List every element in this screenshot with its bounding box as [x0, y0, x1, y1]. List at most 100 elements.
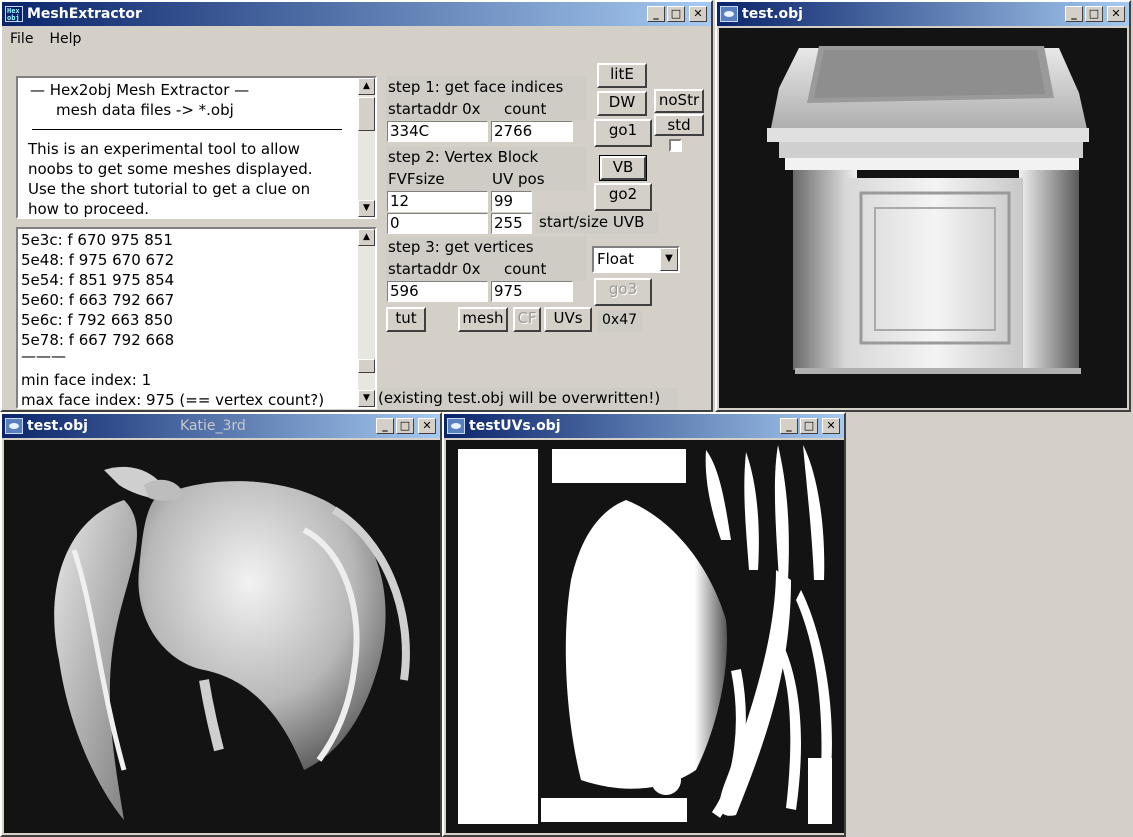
step2-col-fvf: FVFsize	[388, 170, 445, 188]
step2-title: step 2: Vertex Block	[388, 148, 539, 166]
uv-viewer-window: testUVs.obj _ □ ✕	[442, 412, 846, 837]
hair-viewer-window: test.obj Katie_3rd _ □ ✕	[0, 412, 442, 837]
viewer-titlebar[interactable]: test.obj _ □ ✕	[717, 2, 1129, 26]
step1-col-count: count	[504, 100, 547, 118]
step3-startaddr-input[interactable]: 596	[387, 281, 488, 302]
overwrite-warning: (existing test.obj will be overwritten!)	[378, 389, 661, 407]
viewer-window-box: test.obj _ □ ✕	[715, 0, 1131, 412]
viewer-title: test.obj	[742, 6, 803, 22]
info-line: Use the short tutorial to get a clue on	[28, 180, 311, 198]
info-line: This is an experimental tool to allow	[28, 140, 300, 158]
app-icon: Hex obj	[5, 6, 23, 22]
cf-button[interactable]: CF	[513, 307, 541, 332]
model-name-label: Katie_3rd	[180, 418, 246, 434]
step3-count-input[interactable]: 975	[491, 281, 573, 302]
minimize-button[interactable]: _	[780, 418, 798, 434]
uvb-start-input[interactable]: 0	[387, 213, 488, 234]
uv-viewport[interactable]	[446, 440, 844, 833]
scroll-thumb[interactable]	[358, 359, 375, 373]
scroll-up-arrow[interactable]: ▲	[358, 78, 375, 95]
lite-button[interactable]: litE	[597, 63, 647, 88]
chevron-down-icon[interactable]: ▼	[660, 248, 678, 271]
close-button[interactable]: ✕	[822, 418, 840, 434]
close-button[interactable]: ✕	[689, 6, 707, 22]
scroll-thumb[interactable]	[358, 97, 375, 131]
log-textbox[interactable]: 5e3c: f 670 975 851 5e48: f 975 670 672 …	[16, 227, 377, 409]
log-line: 5e54: f 851 975 854	[21, 271, 175, 289]
vb-button[interactable]: VB	[599, 155, 647, 181]
desktop-background	[846, 412, 1133, 837]
uv-title: testUVs.obj	[469, 418, 561, 434]
minimize-button[interactable]: _	[1065, 6, 1083, 22]
main-titlebar[interactable]: Hex obj MeshExtractor _ □ ✕	[2, 2, 711, 26]
info-textbox[interactable]: — Hex2obj Mesh Extractor — mesh data fil…	[16, 76, 377, 219]
step3-title: step 3: get vertices	[388, 238, 534, 256]
log-line: 5e6c: f 792 663 850	[21, 311, 173, 329]
viewer-icon	[447, 418, 465, 434]
number-type-select[interactable]: Float ▼	[592, 246, 680, 273]
info-subheading: mesh data files -> *.obj	[56, 101, 234, 119]
dw-button[interactable]: DW	[597, 91, 647, 116]
hair-viewer-title: test.obj	[27, 418, 88, 434]
info-heading: — Hex2obj Mesh Extractor —	[30, 81, 250, 99]
scroll-down-arrow[interactable]: ▼	[358, 390, 375, 407]
nostr-button[interactable]: noStr	[654, 89, 704, 113]
maximize-button[interactable]: □	[800, 418, 818, 434]
mesh-button[interactable]: mesh	[458, 307, 508, 332]
viewer-icon	[720, 6, 738, 22]
go2-button[interactable]: go2	[594, 183, 652, 211]
info-line: how to proceed.	[28, 200, 150, 218]
step1-startaddr-input[interactable]: 334C	[387, 121, 488, 142]
number-type-value: Float	[597, 250, 635, 268]
log-scrollbar[interactable]: ▲ ▼	[358, 229, 375, 407]
hair-viewer-titlebar[interactable]: test.obj Katie_3rd _ □ ✕	[2, 414, 440, 438]
hair-mesh-viewport[interactable]	[4, 440, 440, 833]
window-title: MeshExtractor	[27, 6, 142, 22]
uvs-button[interactable]: UVs	[544, 307, 592, 332]
maximize-button[interactable]: □	[396, 418, 414, 434]
step3-col-addr: startaddr 0x	[388, 260, 481, 278]
log-min-face: min face index: 1	[21, 371, 152, 389]
maximize-button[interactable]: □	[667, 6, 685, 22]
close-button[interactable]: ✕	[1107, 6, 1125, 22]
log-max-face: max face index: 975 (== vertex count?)	[21, 391, 325, 409]
std-checkbox[interactable]	[669, 139, 682, 152]
info-divider	[32, 129, 342, 130]
step1-count-input[interactable]: 2766	[491, 121, 573, 142]
viewer-icon	[5, 418, 23, 434]
scroll-up-arrow[interactable]: ▲	[358, 229, 375, 246]
log-line: 5e48: f 975 670 672	[21, 251, 175, 269]
mesh-extractor-window: Hex obj MeshExtractor _ □ ✕ File Help — …	[0, 0, 713, 412]
box-mesh-render	[767, 46, 1089, 374]
menu-help[interactable]: Help	[49, 31, 81, 47]
close-button[interactable]: ✕	[418, 418, 436, 434]
uvb-size-input[interactable]: 255	[491, 213, 532, 234]
log-line: 5e3c: f 670 975 851	[21, 231, 173, 249]
maximize-button[interactable]: □	[1085, 6, 1103, 22]
menubar: File Help	[2, 28, 711, 50]
hair-mesh-render	[54, 466, 410, 820]
box-mesh-viewport[interactable]	[719, 28, 1127, 408]
menu-file[interactable]: File	[10, 31, 33, 47]
uv-titlebar[interactable]: testUVs.obj _ □ ✕	[444, 414, 844, 438]
fvfsize-input[interactable]: 12	[387, 191, 488, 212]
info-scrollbar[interactable]: ▲ ▼	[358, 78, 375, 217]
minimize-button[interactable]: _	[376, 418, 394, 434]
tut-button[interactable]: tut	[386, 307, 426, 332]
uv-layout-render	[458, 445, 832, 824]
info-line: noobs to get some meshes displayed.	[28, 160, 313, 178]
go3-button[interactable]: go3	[594, 278, 652, 306]
scroll-down-arrow[interactable]: ▼	[358, 200, 375, 217]
log-line: 5e60: f 663 792 667	[21, 291, 175, 309]
uvpos-input[interactable]: 99	[491, 191, 532, 212]
hex-value-label: 0x47	[602, 312, 638, 328]
minimize-button[interactable]: _	[647, 6, 665, 22]
step2-col-uvpos: UV pos	[492, 170, 545, 188]
std-button[interactable]: std	[654, 114, 704, 136]
log-separator: ———	[21, 347, 66, 365]
uvb-label: start/size UVB	[539, 213, 645, 231]
step1-col-addr: startaddr 0x	[388, 100, 481, 118]
go1-button[interactable]: go1	[594, 119, 652, 147]
step3-col-count: count	[504, 260, 547, 278]
step1-title: step 1: get face indices	[388, 78, 564, 96]
